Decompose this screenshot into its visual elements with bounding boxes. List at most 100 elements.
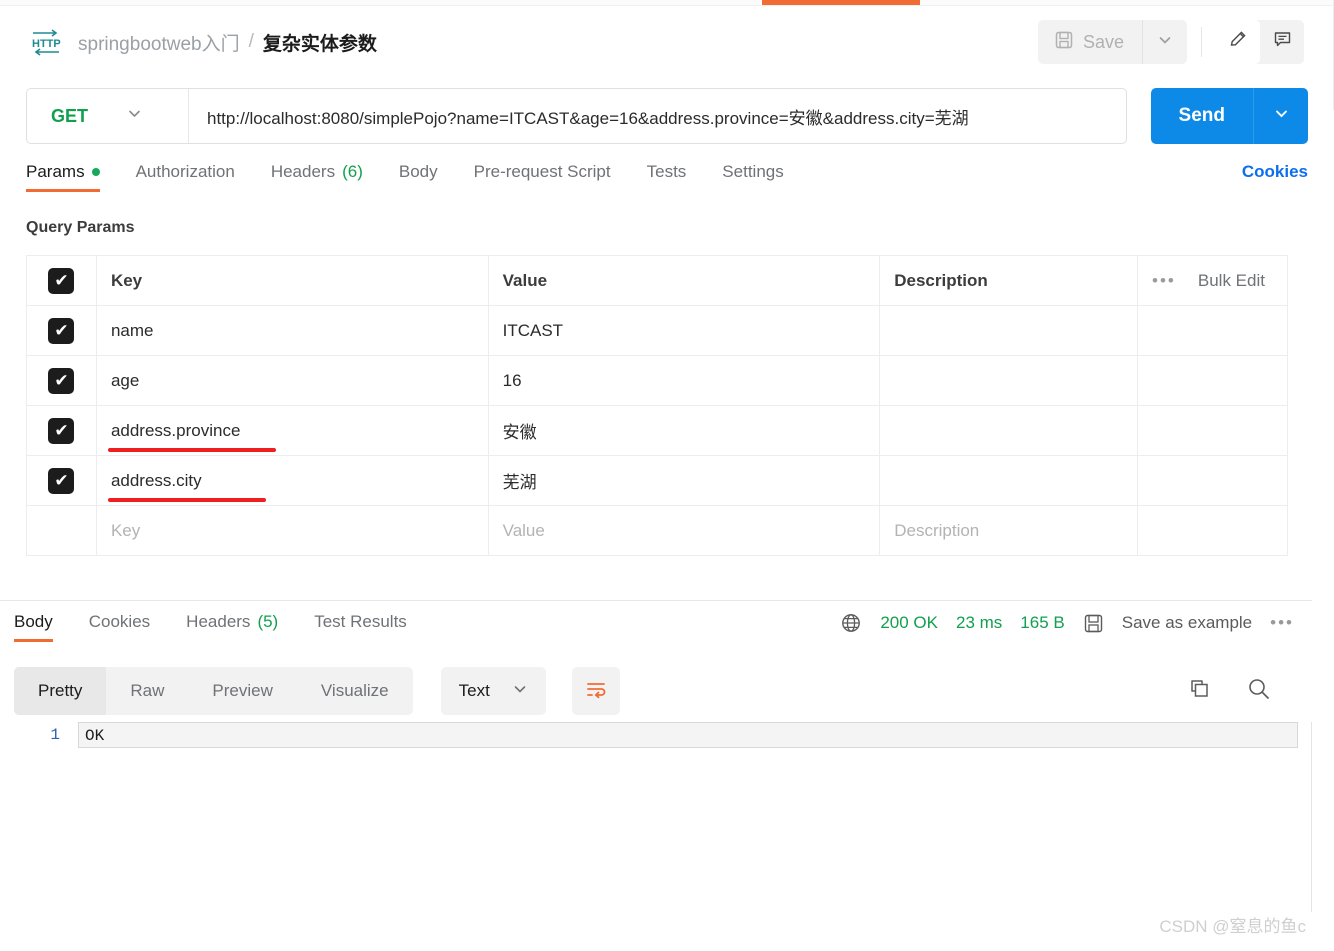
viewer-mode-preview[interactable]: Preview <box>188 667 296 715</box>
row-checkbox[interactable]: ✔ <box>48 467 75 494</box>
tab-tests[interactable]: Tests <box>647 162 687 192</box>
placeholder-value-cell[interactable]: Value <box>487 505 881 556</box>
row-description-cell[interactable] <box>879 355 1139 406</box>
pencil-icon <box>1228 29 1249 55</box>
table-header-row: ✔ Key Value Description ••• Bulk Edit <box>26 255 1288 306</box>
response-body-editor[interactable]: 1 OK <box>0 722 1312 912</box>
tab-params[interactable]: Params <box>26 162 100 192</box>
select-all-checkbox[interactable]: ✔ <box>48 267 75 294</box>
save-as-example-button[interactable]: Save as example <box>1122 613 1252 633</box>
response-tabs: Body Cookies Headers (5) Test Results 20… <box>14 612 1314 656</box>
comment-icon <box>1272 29 1293 55</box>
tab-params-label: Params <box>26 162 85 181</box>
url-input-box: GET http://localhost:8080/simplePojo?nam… <box>26 88 1127 144</box>
viewer-actions <box>1187 676 1314 707</box>
checkmark-icon: ✔ <box>54 471 69 490</box>
column-header-key: Key <box>95 255 489 306</box>
send-button[interactable]: Send <box>1151 88 1254 144</box>
row-key-cell[interactable]: address.province <box>95 405 489 456</box>
row-checkbox[interactable]: ✔ <box>48 417 75 444</box>
row-key-cell[interactable]: name <box>95 305 489 356</box>
column-header-description: Description <box>879 255 1139 306</box>
row-description-cell[interactable] <box>879 455 1139 506</box>
select-all-checkbox-cell[interactable]: ✔ <box>26 255 97 306</box>
url-input[interactable]: http://localhost:8080/simplePojo?name=IT… <box>189 104 1126 129</box>
breadcrumb: springbootweb入门 / 复杂实体参数 <box>78 29 377 56</box>
chevron-down-icon <box>126 105 143 127</box>
placeholder-key-cell[interactable]: Key <box>95 505 489 556</box>
save-options-button[interactable] <box>1143 20 1187 64</box>
tab-body-label: Body <box>398 162 438 181</box>
row-checkbox-cell[interactable]: ✔ <box>26 455 97 506</box>
tab-settings[interactable]: Settings <box>722 162 783 192</box>
content-type-label: Text <box>458 681 490 700</box>
viewer-mode-visualize[interactable]: Visualize <box>297 667 413 715</box>
cookies-link[interactable]: Cookies <box>1242 162 1308 192</box>
ellipsis-icon[interactable]: ••• <box>1152 271 1176 291</box>
save-button-label: Save <box>1082 31 1124 52</box>
header-divider <box>1201 27 1202 57</box>
ellipsis-icon[interactable]: ••• <box>1270 613 1294 633</box>
tab-headers[interactable]: Headers (6) <box>271 162 363 192</box>
response-tab-body-label: Body <box>14 612 53 631</box>
viewer-mode-pretty[interactable]: Pretty <box>14 667 107 715</box>
row-value-cell[interactable]: 16 <box>487 355 881 406</box>
content-type-selector[interactable]: Text <box>440 667 546 715</box>
response-tab-cookies[interactable]: Cookies <box>89 612 150 642</box>
edit-request-button[interactable] <box>1216 20 1260 64</box>
response-tab-cookies-label: Cookies <box>88 612 151 631</box>
row-checkbox-cell[interactable]: ✔ <box>26 305 97 356</box>
tab-body[interactable]: Body <box>399 162 438 192</box>
row-value-cell[interactable]: ITCAST <box>487 305 881 356</box>
globe-icon[interactable] <box>840 612 862 634</box>
response-viewer-toolbar: Pretty Raw Preview Visualize Text <box>14 666 1314 716</box>
tab-authorization[interactable]: Authorization <box>136 162 235 192</box>
response-tab-test-results[interactable]: Test Results <box>314 612 407 642</box>
tab-tests-label: Tests <box>646 162 687 181</box>
checkmark-icon: ✔ <box>54 371 69 390</box>
tab-authorization-label: Authorization <box>135 162 235 181</box>
row-value-cell[interactable]: 安徽 <box>487 405 881 456</box>
row-description-cell[interactable] <box>879 305 1139 356</box>
method-label: GET <box>51 105 89 126</box>
method-selector[interactable]: GET <box>27 89 189 143</box>
row-description-cell[interactable] <box>879 405 1139 456</box>
line-number: 1 <box>50 726 60 744</box>
line-content[interactable]: OK <box>78 722 1298 748</box>
breadcrumb-request-name[interactable]: 复杂实体参数 <box>263 29 377 56</box>
response-tab-headers-count: (5) <box>257 612 279 631</box>
response-tab-headers-label: Headers <box>186 612 251 631</box>
send-options-button[interactable] <box>1254 88 1308 144</box>
search-icon[interactable] <box>1246 676 1272 707</box>
send-button-group: Send <box>1150 88 1308 144</box>
breadcrumb-collection[interactable]: springbootweb入门 <box>78 29 240 56</box>
wrap-text-icon <box>584 677 608 706</box>
row-key-cell[interactable]: address.city <box>95 455 489 506</box>
annotation-underline <box>107 447 276 452</box>
wrap-text-button[interactable] <box>571 667 620 715</box>
bulk-edit-button[interactable]: Bulk Edit <box>1198 271 1265 291</box>
row-value-cell[interactable]: 芜湖 <box>487 455 881 506</box>
placeholder-description-cell[interactable]: Description <box>879 505 1139 556</box>
save-button-group: Save <box>1037 20 1187 64</box>
viewer-mode-raw[interactable]: Raw <box>106 667 188 715</box>
response-tab-body[interactable]: Body <box>14 612 53 642</box>
tab-settings-label: Settings <box>722 162 784 181</box>
row-checkbox[interactable]: ✔ <box>48 367 75 394</box>
column-header-value: Value <box>487 255 881 306</box>
response-divider <box>0 600 1312 601</box>
tab-pre-request-script[interactable]: Pre-request Script <box>474 162 611 192</box>
row-key-cell[interactable]: age <box>95 355 489 406</box>
code-line: 1 OK <box>0 722 1312 748</box>
response-tab-headers[interactable]: Headers (5) <box>186 612 278 642</box>
chevron-down-icon <box>1157 32 1173 53</box>
breadcrumb-separator: / <box>248 31 254 52</box>
row-checkbox-cell[interactable]: ✔ <box>26 405 97 456</box>
comment-button[interactable] <box>1260 20 1304 64</box>
row-checkbox-cell[interactable]: ✔ <box>26 355 97 406</box>
row-checkbox[interactable]: ✔ <box>48 317 75 344</box>
save-button[interactable]: Save <box>1038 20 1143 64</box>
table-row: ✔ address.province 安徽 <box>26 405 1288 456</box>
chevron-down-icon <box>1273 105 1290 127</box>
copy-icon[interactable] <box>1187 676 1212 706</box>
